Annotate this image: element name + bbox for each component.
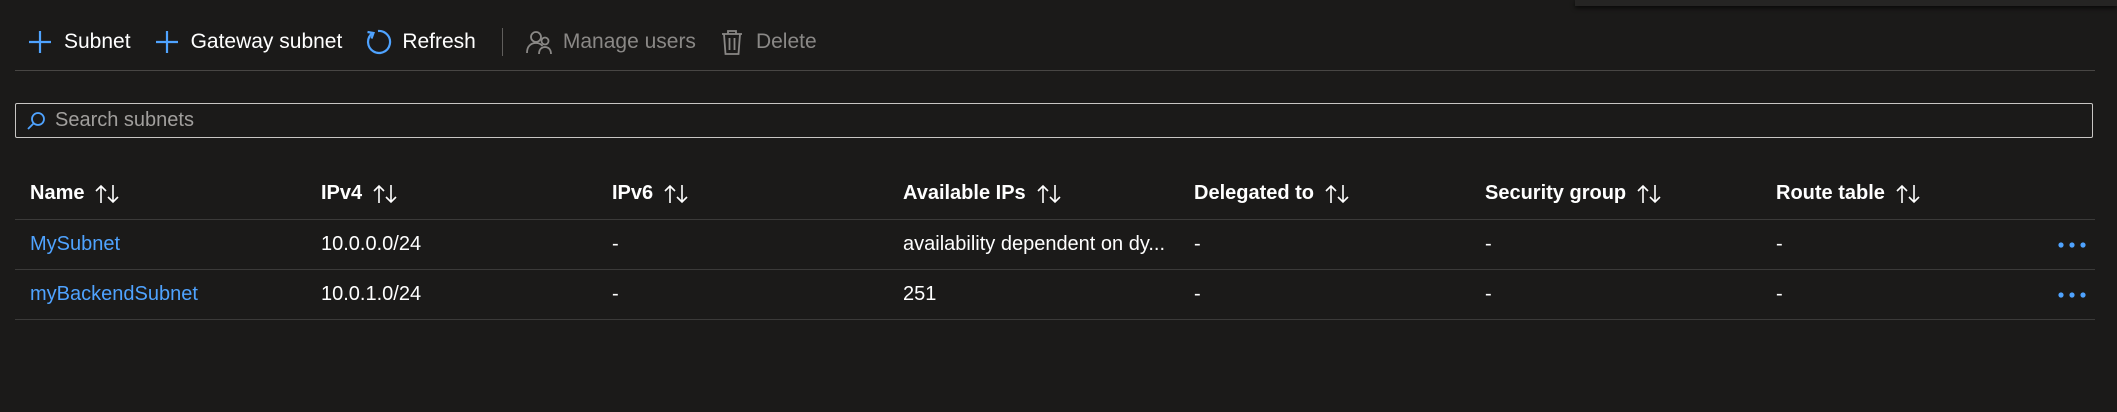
security-group-cell: - — [1485, 233, 1492, 255]
subnets-table: Name IPv4 IPv6 Available IPs Delegated t… — [15, 168, 2095, 320]
gateway-subnet-button[interactable]: Gateway subnet — [143, 18, 355, 66]
column-header-name[interactable]: Name — [15, 182, 306, 205]
sort-icon — [372, 183, 398, 205]
refresh-icon — [364, 28, 392, 56]
subnet-name-link[interactable]: myBackendSubnet — [30, 283, 198, 305]
subnet-name-cell: myBackendSubnet — [15, 283, 306, 306]
column-header-ipv4[interactable]: IPv4 — [306, 182, 597, 205]
available-ips-cell: 251 — [903, 283, 937, 305]
ipv6-cell: - — [612, 283, 619, 305]
subnets-page: Subnet Gateway subnet Refresh Manage use… — [0, 0, 2117, 412]
command-bar: Subnet Gateway subnet Refresh Manage use… — [16, 18, 829, 66]
available-ips-cell: availability dependent on dy... — [903, 233, 1166, 255]
sort-icon — [1636, 183, 1662, 205]
ipv4-cell: 10.0.1.0/24 — [321, 283, 422, 305]
toolbar-separator — [501, 28, 503, 56]
ipv4-cell: 10.0.0.0/24 — [321, 233, 422, 255]
column-header-ipv6[interactable]: IPv6 — [597, 182, 888, 205]
add-subnet-label: Subnet — [64, 30, 131, 53]
delete-label: Delete — [755, 30, 817, 53]
sort-icon — [1895, 183, 1921, 205]
column-header-route-table[interactable]: Route table — [1761, 182, 2052, 205]
toolbar-divider — [15, 70, 2095, 71]
column-header-label: Route table — [1776, 182, 1885, 204]
sort-icon — [1324, 183, 1350, 205]
search-box — [15, 103, 2093, 138]
column-header-label: IPv6 — [612, 182, 654, 204]
search-input[interactable] — [55, 109, 2092, 132]
table-row: myBackendSubnet 10.0.1.0/24 - 251 - - - — [15, 270, 2095, 320]
table-header: Name IPv4 IPv6 Available IPs Delegated t… — [15, 168, 2095, 220]
gateway-subnet-label: Gateway subnet — [190, 30, 343, 53]
delegated-to-cell: - — [1194, 283, 1201, 305]
column-header-security-group[interactable]: Security group — [1470, 182, 1761, 205]
column-header-delegated-to[interactable]: Delegated to — [1179, 182, 1470, 205]
trash-icon — [718, 28, 746, 56]
security-group-cell: - — [1485, 283, 1492, 305]
column-header-label: Available IPs — [903, 182, 1026, 204]
sort-icon — [663, 183, 689, 205]
delegated-to-cell: - — [1194, 233, 1201, 255]
delete-button[interactable]: Delete — [708, 18, 829, 66]
people-icon — [525, 28, 553, 56]
column-header-label: IPv4 — [321, 182, 363, 204]
column-header-label: Delegated to — [1194, 182, 1315, 204]
ipv6-cell: - — [612, 233, 619, 255]
manage-users-button[interactable]: Manage users — [515, 18, 708, 66]
manage-users-label: Manage users — [562, 30, 696, 53]
refresh-button[interactable]: Refresh — [354, 18, 488, 66]
search-icon — [25, 110, 47, 132]
route-table-cell: - — [1776, 233, 1783, 255]
column-header-label: Name — [30, 182, 85, 204]
column-header-available-ips[interactable]: Available IPs — [888, 182, 1179, 205]
plus-icon — [26, 28, 54, 56]
refresh-label: Refresh — [402, 30, 476, 53]
more-icon[interactable] — [2054, 280, 2090, 310]
table-row: MySubnet 10.0.0.0/24 - availability depe… — [15, 220, 2095, 270]
route-table-cell: - — [1776, 283, 1783, 305]
sort-icon — [94, 183, 120, 205]
column-header-label: Security group — [1485, 182, 1627, 204]
more-icon[interactable] — [2054, 230, 2090, 260]
plus-icon — [153, 28, 181, 56]
overlay-panel-edge — [1575, 0, 2117, 6]
subnet-name-cell: MySubnet — [15, 233, 306, 256]
add-subnet-button[interactable]: Subnet — [16, 18, 143, 66]
subnet-name-link[interactable]: MySubnet — [30, 233, 120, 255]
sort-icon — [1036, 183, 1062, 205]
